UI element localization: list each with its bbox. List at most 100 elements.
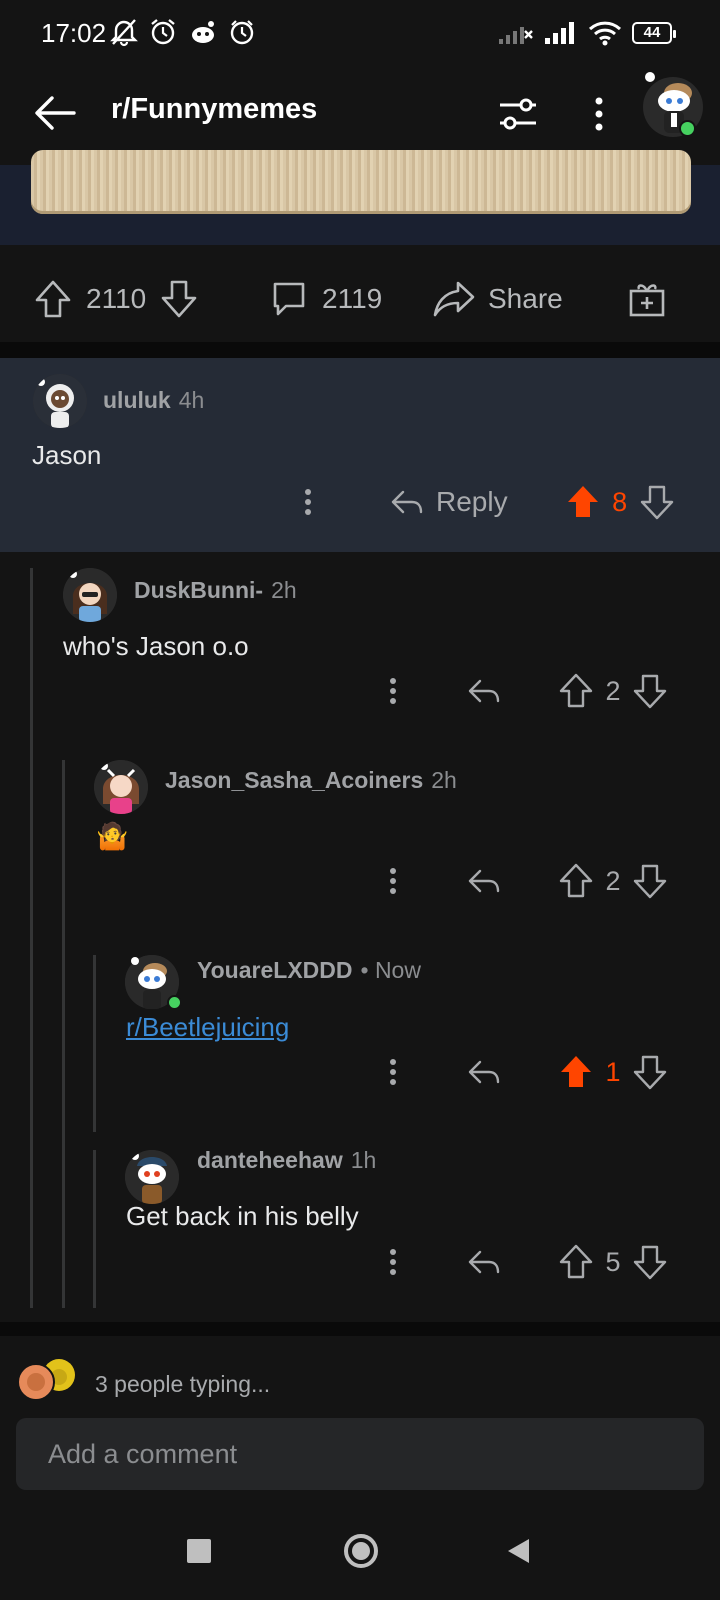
gift-icon	[629, 284, 665, 317]
upvote-icon[interactable]	[559, 1244, 593, 1280]
thread-line[interactable]	[62, 760, 65, 1308]
thread-line[interactable]	[30, 568, 33, 1308]
comment-username[interactable]: Jason_Sasha_Acoiners	[165, 767, 423, 794]
avatar	[643, 72, 703, 137]
upvote-icon[interactable]	[559, 673, 593, 709]
comment-meta: DuskBunni- 2h	[134, 577, 297, 604]
back-button[interactable]	[30, 88, 80, 138]
signal-icon	[545, 22, 574, 44]
upvote-icon[interactable]	[559, 863, 593, 899]
comment-time: • Now	[360, 957, 421, 983]
thread-line[interactable]	[93, 955, 96, 1132]
more-vertical-icon[interactable]	[381, 863, 405, 899]
typing-avatars	[17, 1359, 81, 1401]
online-indicator	[167, 995, 182, 1010]
comment-time: 1h	[350, 1147, 377, 1173]
downvote-icon[interactable]	[633, 863, 667, 899]
system-back-button[interactable]	[505, 1537, 531, 1565]
comment-actions: 1	[381, 1054, 667, 1090]
battery-icon: 44	[632, 22, 676, 44]
clock-icon	[230, 20, 254, 45]
downvote-icon[interactable]	[160, 279, 198, 319]
reply-button[interactable]: Reply	[390, 486, 508, 518]
online-indicator	[679, 120, 696, 137]
upvote-icon[interactable]	[34, 279, 72, 319]
more-vertical-icon[interactable]	[381, 673, 405, 709]
reply-icon[interactable]	[467, 1247, 501, 1277]
vote-count: 8	[612, 486, 628, 517]
more-vertical-icon[interactable]	[381, 1244, 405, 1280]
filter-button[interactable]	[496, 92, 540, 136]
share-icon	[433, 281, 475, 317]
add-comment-input[interactable]	[16, 1418, 704, 1490]
comment-actions: 2	[381, 673, 667, 709]
comment-time: 4h	[178, 387, 205, 413]
subreddit-link[interactable]: r/Beetlejuicing	[126, 1012, 289, 1043]
comment-body: who's Jason o.o	[63, 631, 249, 661]
comment-actions: 5	[381, 1244, 667, 1280]
comment-body: Get back in his belly	[126, 1201, 359, 1231]
reply-label: Reply	[436, 486, 508, 517]
comment-meta: Jason_Sasha_Acoiners 2h	[165, 767, 457, 794]
vote-count: 1	[605, 1056, 621, 1087]
downvote-icon[interactable]	[633, 1054, 667, 1090]
reply-icon[interactable]	[467, 1057, 501, 1087]
mute-icon	[110, 19, 138, 47]
section-divider	[0, 1322, 720, 1336]
back-arrow-icon	[35, 96, 76, 130]
comment-body: 🤷	[96, 821, 129, 851]
comment-body: Jason	[32, 440, 102, 470]
avatar[interactable]	[33, 374, 87, 428]
vote-count: 2	[605, 865, 621, 896]
downvote-icon[interactable]	[633, 1244, 667, 1280]
downvote-icon[interactable]	[640, 484, 674, 520]
more-vertical-icon[interactable]	[296, 484, 320, 520]
comment-icon	[273, 282, 305, 316]
typing-indicator: 3 people typing...	[95, 1371, 271, 1397]
sliders-icon	[500, 98, 536, 130]
post-vote-group: 2110	[34, 279, 198, 319]
more-vertical-icon[interactable]	[381, 1054, 405, 1090]
comment-username[interactable]: DuskBunni-	[134, 577, 263, 604]
post-image[interactable]	[31, 150, 691, 214]
profile-avatar-button[interactable]	[640, 71, 706, 137]
avatar[interactable]	[94, 760, 148, 814]
comment-meta: YouareLXDDD • Now	[197, 957, 421, 984]
thread-line[interactable]	[93, 1150, 96, 1308]
alarm-icon	[151, 19, 175, 45]
reply-icon[interactable]	[467, 676, 501, 706]
reply-icon[interactable]	[467, 866, 501, 896]
section-divider	[0, 342, 720, 358]
more-options-button[interactable]	[585, 92, 613, 136]
comment-username[interactable]: danteheehaw	[197, 1147, 343, 1174]
recent-apps-button[interactable]	[187, 1539, 211, 1563]
status-left-icons	[110, 17, 256, 47]
comment-time: 2h	[431, 767, 457, 793]
downvote-icon[interactable]	[633, 673, 667, 709]
post-comment-count: 2119	[322, 283, 383, 314]
avatar[interactable]	[125, 1150, 179, 1204]
vote-count: 5	[605, 1246, 621, 1277]
status-time: 17:02	[41, 18, 107, 48]
comment-time: 2h	[271, 577, 297, 603]
reddit-icon	[192, 21, 214, 43]
post-comments-button[interactable]: 2119	[270, 279, 382, 319]
post-share-button[interactable]: Share	[432, 279, 563, 319]
post-award-button[interactable]	[627, 279, 667, 319]
vote-count: 2	[605, 675, 621, 706]
upvote-icon[interactable]	[559, 1054, 593, 1090]
more-vertical-icon	[595, 97, 603, 131]
avatar[interactable]	[63, 568, 117, 622]
avatar[interactable]	[125, 955, 182, 1010]
wifi-icon	[588, 21, 622, 46]
post-upvote-count: 2110	[86, 283, 147, 314]
comment-actions: Reply 8	[296, 484, 674, 520]
reply-icon	[391, 490, 423, 514]
status-right-icons: 44	[498, 20, 676, 46]
comment-username[interactable]: ululuk	[103, 387, 171, 414]
home-button[interactable]	[343, 1533, 379, 1569]
comment-meta: ululuk 4h	[103, 387, 204, 414]
upvote-icon[interactable]	[566, 484, 600, 520]
page-title: r/Funnymemes	[111, 93, 318, 125]
comment-username[interactable]: YouareLXDDD	[197, 957, 353, 984]
